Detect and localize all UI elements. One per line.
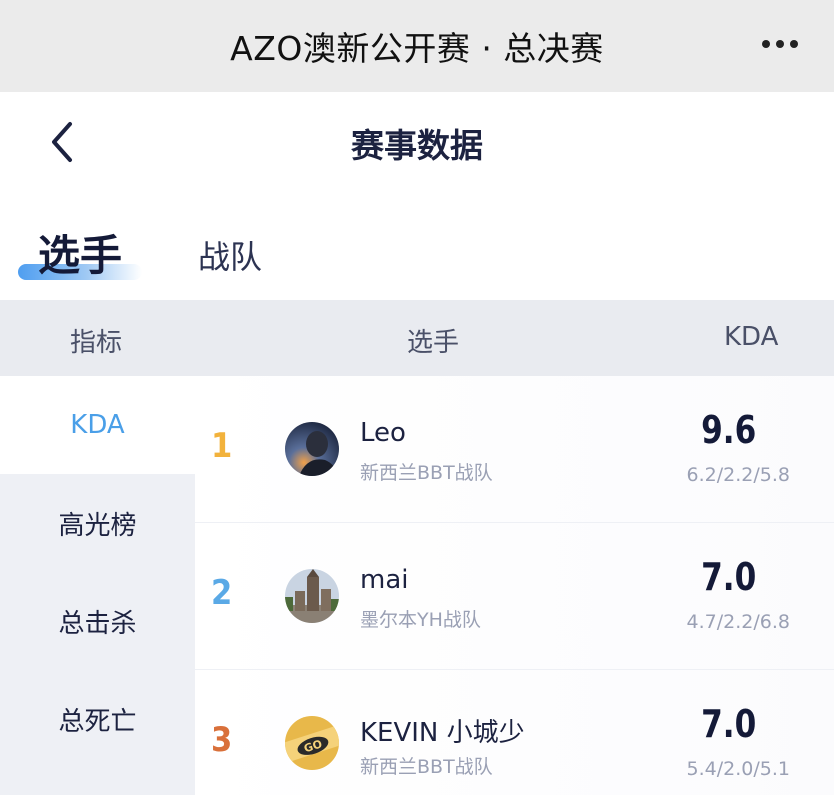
kda-value: 7.0 [700,702,756,746]
rank-number: 3 [211,720,233,760]
player-team: 墨尔本YH战队 [360,609,481,631]
page-header: 赛事数据 [0,92,834,192]
player-team: 新西兰BBT战队 [360,462,493,484]
player-team: 新西兰BBT战队 [360,756,493,778]
tab-players[interactable]: 选手 [38,222,122,283]
player-avatar-mai [285,569,339,623]
sidebar-item-highlights[interactable]: 高光榜 [0,474,195,572]
kda-value: 9.6 [700,408,756,452]
tab-bar: 选手 战队 [0,210,834,290]
app-bar: AZO澳新公开赛 · 总决赛 [0,0,834,92]
column-header-player: 选手 [407,328,460,358]
player-name: Leo [360,418,406,448]
rank-number: 2 [211,573,233,613]
column-header-kda: KDA [724,322,779,352]
kda-detail: 6.2/2.2/5.8 [686,464,790,486]
page-title: 赛事数据 [351,126,483,165]
player-name: KEVIN 小城少 [360,718,525,748]
kda-value: 7.0 [700,555,756,599]
metric-sidebar: KDA 高光榜 总击杀 总死亡 [0,376,195,795]
rank-number: 1 [211,426,233,466]
more-dots-icon[interactable] [762,38,798,50]
table-row[interactable]: 2 mai 墨尔本YH战队 7.0 4.7/2.2/6.8 [195,523,834,669]
player-name: mai [360,565,409,595]
column-header-metric: 指标 [70,328,123,358]
kda-detail: 5.4/2.0/5.1 [686,758,790,780]
sidebar-item-total-deaths[interactable]: 总死亡 [0,670,195,768]
app-title: AZO澳新公开赛 · 总决赛 [230,29,604,68]
dot [762,40,770,48]
table-header: 指标 选手 KDA [0,300,834,376]
tab-teams[interactable]: 战队 [198,232,262,278]
sidebar-item-total-kills[interactable]: 总击杀 [0,572,195,670]
table-row[interactable]: 1 Leo 新西兰BBT战队 9.6 6.2/2.2/5.8 [195,376,834,522]
kda-detail: 4.7/2.2/6.8 [686,611,790,633]
player-list: 1 Leo 新西兰BBT战队 9.6 6.2/2.2/5.8 2 mai 墨尔本… [195,376,834,795]
player-avatar-leo [285,422,339,476]
table-row[interactable]: 3 GO KEVIN 小城少 新西兰BBT战队 7.0 5.4/2.0/5.1 [195,670,834,795]
sidebar-item-kda[interactable]: KDA [0,376,195,474]
dot [776,40,784,48]
player-avatar-kevin: GO [285,716,339,770]
dot [790,40,798,48]
